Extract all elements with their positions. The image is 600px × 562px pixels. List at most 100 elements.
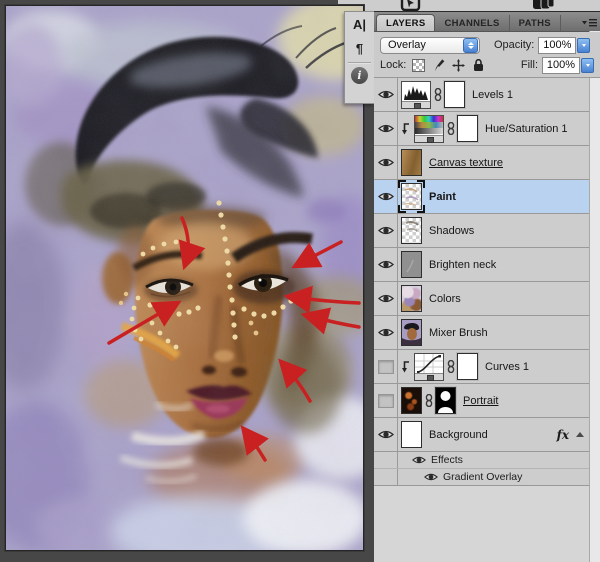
effects-visibility-toggle[interactable] [412,455,426,465]
tab-channels[interactable]: CHANNELS [435,15,509,31]
layers-panel: LAYERS CHANNELS PATHS Overlay Opacity: 1… [374,11,600,562]
tab-layers[interactable]: LAYERS [376,14,435,31]
layer-name[interactable]: Shadows [429,225,474,237]
layer-row-curves-1[interactable]: Curves 1 [374,350,590,384]
eye-icon [378,89,394,100]
fx-badge[interactable]: fx [557,428,569,442]
layer-row-paint[interactable]: Paint [374,180,590,214]
levels-thumbnail[interactable] [401,81,431,109]
effect-visibility-toggle[interactable] [424,472,438,482]
layer-row-background[interactable]: Background fx [374,418,590,452]
hue-saturation-thumbnail[interactable] [414,115,444,143]
layer-name[interactable]: Paint [429,191,456,203]
layer-name[interactable]: Hue/Saturation 1 [485,123,568,135]
lock-transparency-icon[interactable] [411,58,425,72]
selection-bracket [398,205,406,213]
eye-icon [378,293,394,304]
layer-name[interactable]: Levels 1 [472,89,513,101]
dock-separator [348,62,371,64]
layer-name[interactable]: Portrait [463,395,498,407]
layer-row-colors[interactable]: Colors [374,282,590,316]
info-panel-icon[interactable]: i [351,67,368,84]
layer-row-hue-saturation-1[interactable]: Hue/Saturation 1 [374,112,590,146]
blend-mode-stepper-icon [463,38,478,53]
eye-icon [378,123,394,134]
effect-name-label: Gradient Overlay [443,471,522,483]
visibility-toggle[interactable] [374,78,398,111]
opacity-field[interactable]: 100% [538,37,576,54]
layer-name[interactable]: Canvas texture [429,157,503,169]
visibility-toggle[interactable] [374,248,398,281]
visibility-toggle[interactable] [374,350,398,383]
layer-name[interactable]: Mixer Brush [429,327,488,339]
visibility-toggle[interactable] [374,146,398,179]
link-icon [447,122,455,135]
selection-bracket [417,205,425,213]
link-icon [447,360,455,373]
visibility-toggle[interactable] [374,180,398,213]
layer-mask-thumbnail[interactable] [444,81,465,108]
layer-row-canvas-texture[interactable]: Canvas texture [374,146,590,180]
paragraph-panel-icon[interactable]: ¶ [345,36,374,60]
document-canvas[interactable] [5,5,364,551]
tab-paths[interactable]: PATHS [510,15,561,31]
eye-icon [378,327,394,338]
lock-paint-icon[interactable] [431,58,445,72]
character-panel-icon[interactable]: A| [345,12,374,36]
layer-list: Levels 1 Hue/Saturation [374,78,590,486]
layer-controls: Overlay Opacity: 100% Lock: [374,32,600,78]
curves-thumbnail[interactable] [414,353,444,381]
eye-icon [412,455,426,465]
visibility-toggle[interactable] [374,112,398,145]
visibility-toggle[interactable] [374,214,398,247]
eye-column-spacer [374,469,398,485]
layer-name[interactable]: Background [429,429,488,441]
effect-row-gradient-overlay[interactable]: Gradient Overlay [374,469,590,486]
collapse-effects-icon[interactable] [576,432,584,437]
layer-row-mixer-brush[interactable]: Mixer Brush [374,316,590,350]
layer-thumbnail[interactable] [401,217,422,244]
opacity-dropdown-icon[interactable] [577,38,590,53]
layer-thumbnail[interactable] [401,251,422,278]
visibility-toggle[interactable] [374,418,398,451]
layer-mask-thumbnail[interactable] [435,387,456,414]
clipping-mask-arrow-icon [400,122,411,136]
blend-mode-select[interactable]: Overlay [380,37,480,54]
fill-dropdown-icon[interactable] [581,58,594,73]
selection-bracket [417,180,425,188]
layer-thumbnail[interactable] [401,149,422,176]
link-icon [434,88,442,101]
layer-thumbnail[interactable] [401,421,422,448]
layer-name[interactable]: Curves 1 [485,361,529,373]
opacity-label: Opacity: [494,39,534,51]
lock-all-icon[interactable] [471,58,485,72]
eye-icon [378,191,394,202]
lock-position-icon[interactable] [451,58,465,72]
layer-thumbnail[interactable] [401,285,422,312]
panel-right-gutter [589,31,600,562]
layer-mask-thumbnail[interactable] [457,115,478,142]
clipping-mask-arrow-icon [400,360,411,374]
layer-name[interactable]: Brighten neck [429,259,496,271]
layer-row-portrait[interactable]: Portrait [374,384,590,418]
layer-mask-thumbnail[interactable] [457,353,478,380]
visibility-toggle[interactable] [374,384,398,417]
layer-row-shadows[interactable]: Shadows [374,214,590,248]
layer-row-levels-1[interactable]: Levels 1 [374,78,590,112]
empty-eye-well [378,394,394,408]
fill-label: Fill: [521,59,538,71]
eye-icon [378,259,394,270]
layer-thumbnail[interactable] [401,319,422,346]
layer-name[interactable]: Colors [429,293,461,305]
blend-mode-value: Overlay [381,39,463,51]
visibility-toggle[interactable] [374,282,398,315]
layer-thumbnail[interactable] [401,387,422,414]
fill-field[interactable]: 100% [542,57,580,74]
layer-row-brighten-neck[interactable]: Brighten neck [374,248,590,282]
effects-header-row[interactable]: Effects [374,452,590,469]
visibility-toggle[interactable] [374,316,398,349]
eye-icon [378,225,394,236]
link-icon [425,394,433,407]
paragraph-panel-glyph: ¶ [356,41,363,56]
character-panel-glyph: A| [353,17,366,32]
